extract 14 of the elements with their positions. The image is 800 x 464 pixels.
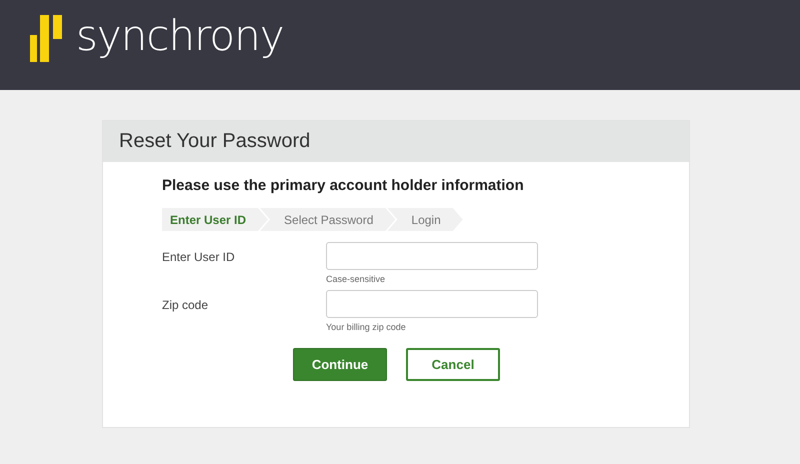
field-hint: Your billing zip code [326,322,407,332]
field-label: Zip code [162,297,210,314]
field-hint: Case-sensitive [326,274,386,284]
progress-step: Login [387,208,463,231]
continue-button[interactable]: Continue [293,348,387,381]
input-field[interactable] [326,242,538,270]
card-title: Reset Your Password [119,130,310,153]
logo-text: synchrony [76,13,284,59]
progress-step: Select Password [260,208,396,231]
form-heading: Please use the primary account holder information [162,177,525,194]
progress-step: Enter User ID [162,208,268,231]
input-field[interactable] [326,290,538,318]
field-label: Enter User ID [162,249,236,266]
cancel-button[interactable]: Cancel [406,348,500,381]
